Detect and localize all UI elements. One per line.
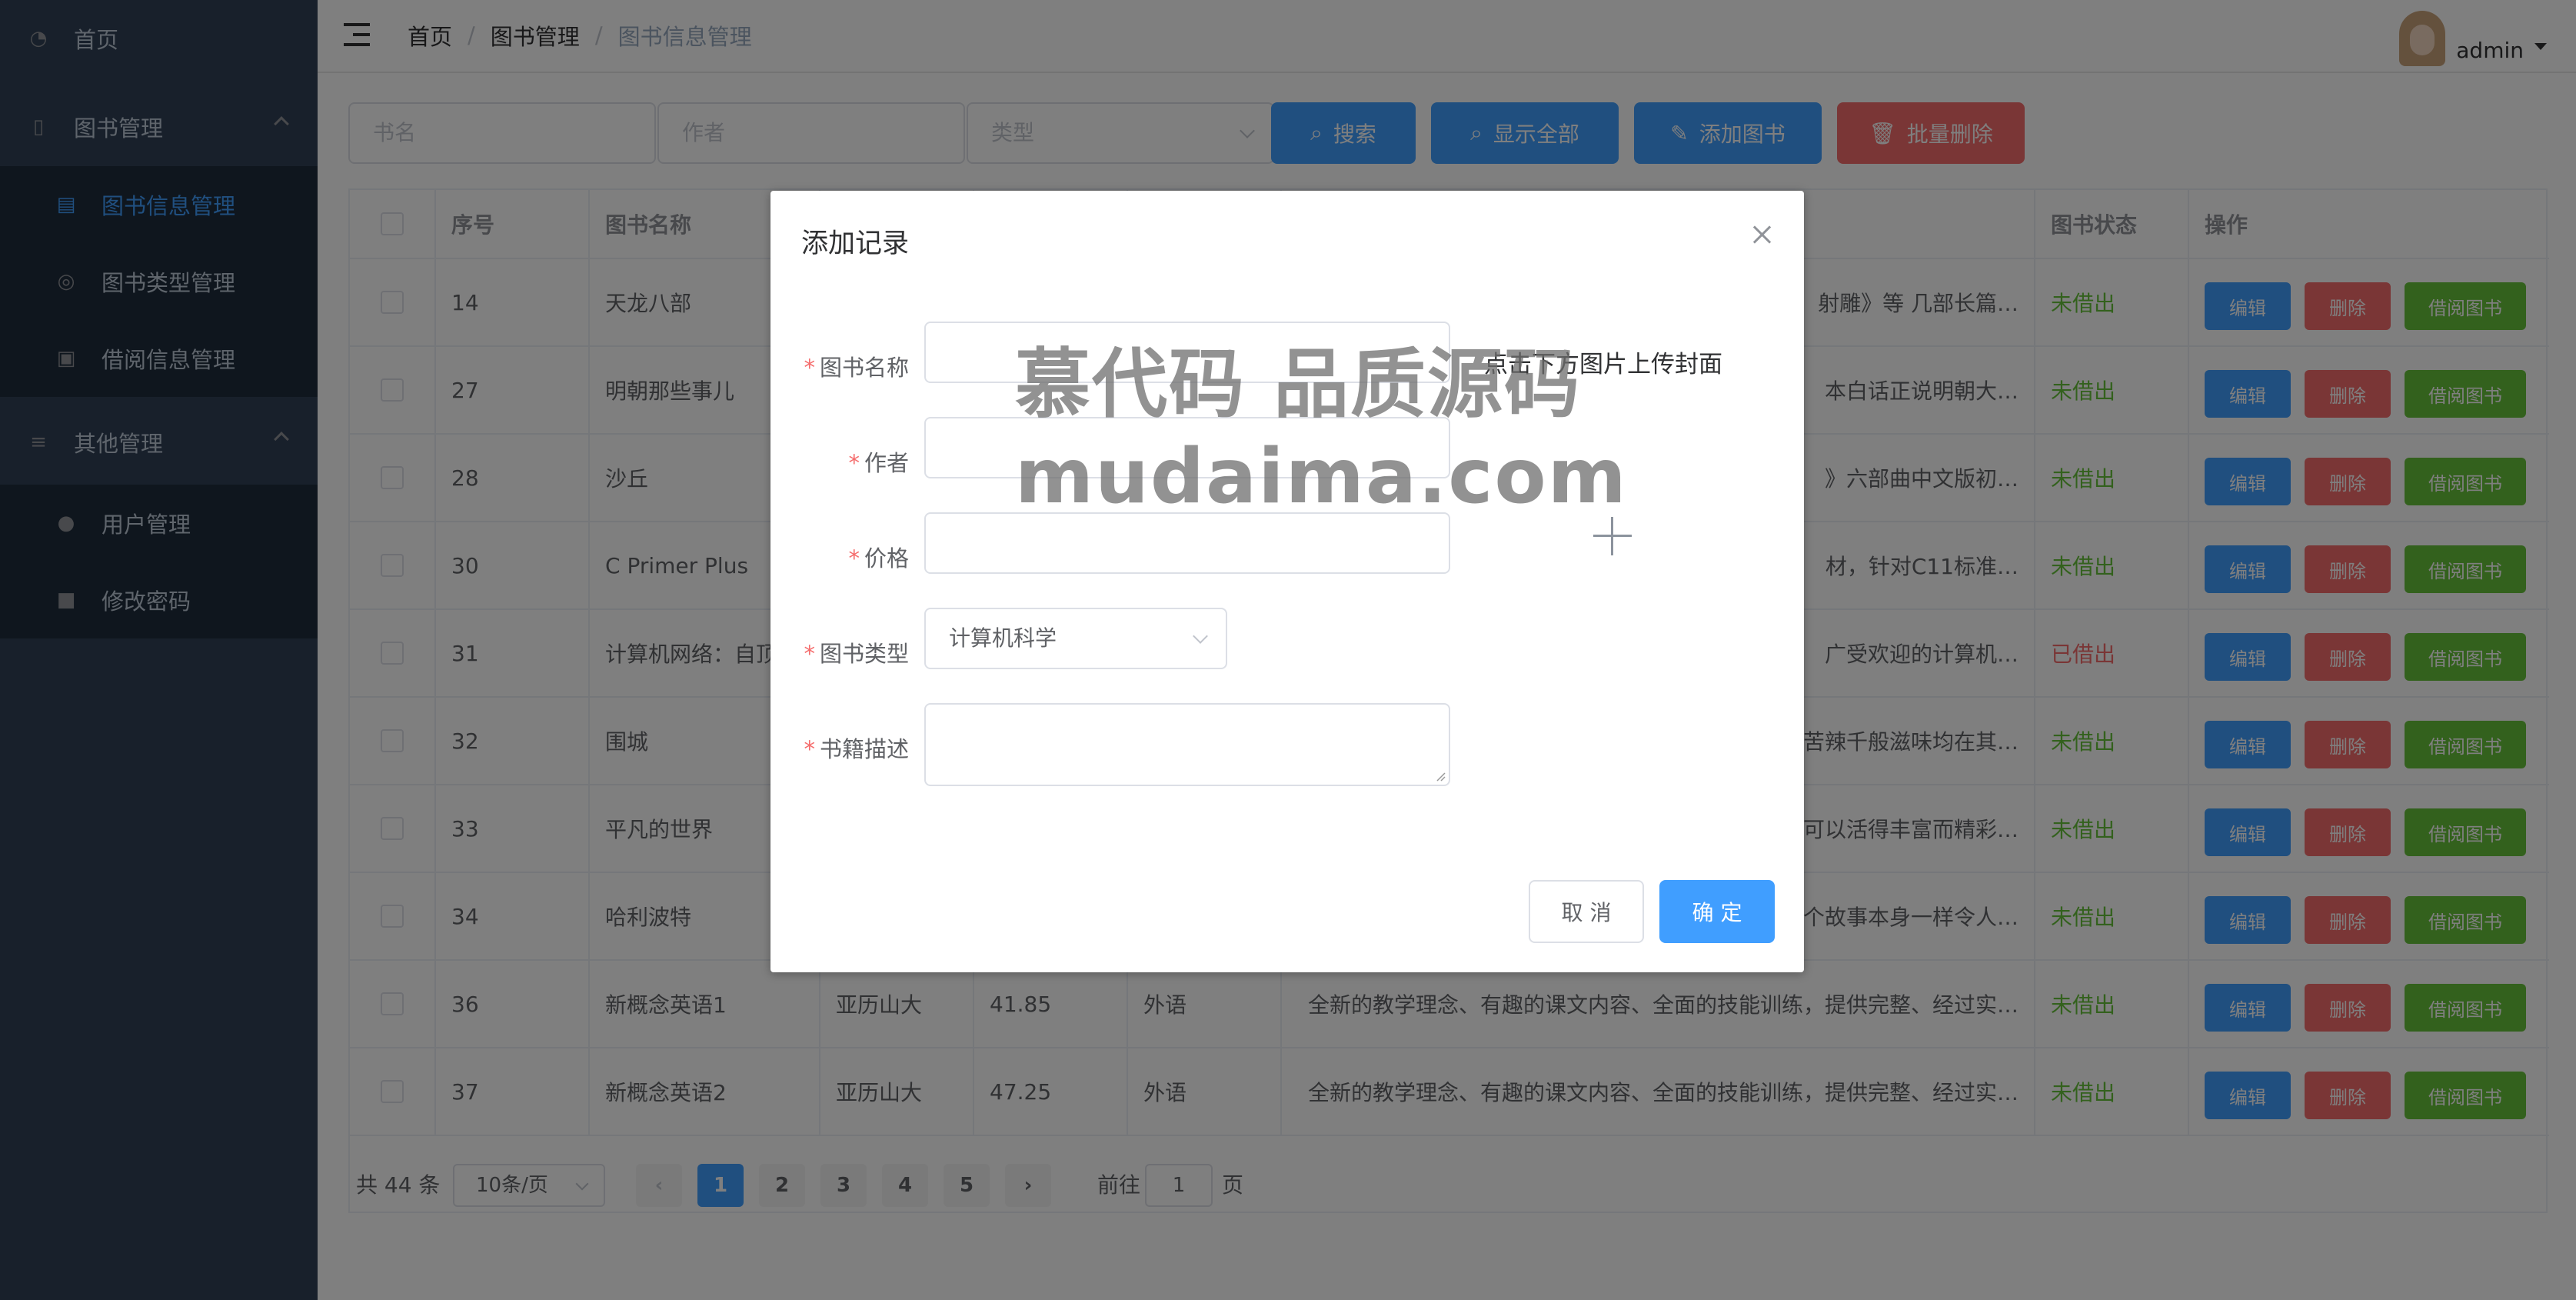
watermark-line-2: mudaima.com (1015, 433, 1628, 521)
watermark-line-1: 慕代码 品质源码 (1015, 341, 1582, 428)
book-type-select[interactable]: 计算机科学 (924, 608, 1227, 669)
author-label: * 作者 (848, 450, 909, 476)
chevron-down-icon (1193, 628, 1208, 644)
cancel-button[interactable]: 取 消 (1529, 880, 1644, 943)
add-record-dialog: 添加记录 * 图书名称 * 作者 * 价格 * 图书类型 计算机科学 * 书籍描述 点击下… (770, 191, 1804, 972)
type-label: * 图书类型 (804, 641, 909, 667)
price-label: * 价格 (848, 545, 909, 572)
description-textarea[interactable] (924, 703, 1450, 786)
resize-handle-icon[interactable] (1435, 771, 1446, 782)
watermark: 慕代码 品质源码 mudaima.com (1015, 338, 1628, 523)
desc-label: * 书籍描述 (804, 736, 909, 762)
dialog-title: 添加记录 (801, 228, 910, 259)
name-label: * 图书名称 (804, 355, 909, 381)
close-icon[interactable] (1750, 223, 1773, 246)
confirm-button[interactable]: 确 定 (1659, 880, 1775, 943)
book-type-value: 计算机科学 (949, 625, 1057, 651)
